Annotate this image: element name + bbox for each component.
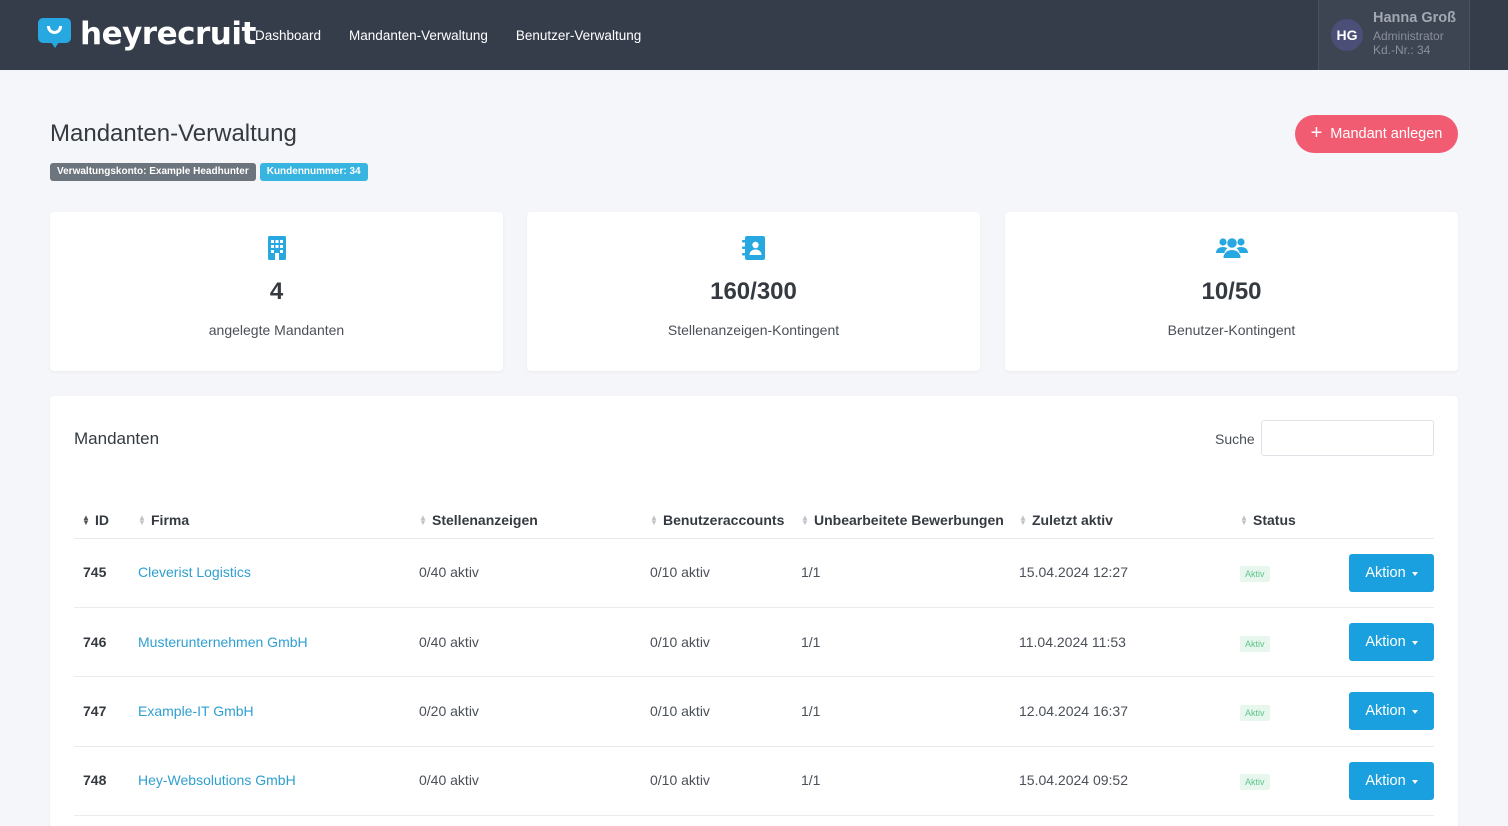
- nav-mandanten-verwaltung[interactable]: Mandanten-Verwaltung: [349, 28, 488, 43]
- mandanten-table-card: Mandanten Suche ▲ ▼ ID ▲ ▼ Firma ▲ ▼ Stellenan…: [50, 396, 1458, 826]
- users-icon: [1005, 236, 1458, 262]
- user-customer-number: Kd.-Nr.: 34: [1373, 43, 1431, 57]
- sort-desc-icon: ▲ ▼: [82, 513, 90, 527]
- avatar: HG: [1331, 19, 1363, 51]
- nav-benutzer-verwaltung[interactable]: Benutzer-Verwaltung: [516, 28, 641, 43]
- search-input[interactable]: [1261, 420, 1434, 456]
- row-benutzer: 0/10 aktiv: [650, 634, 710, 650]
- row-zuletzt: 12.04.2024 16:37: [1019, 703, 1128, 719]
- row-bewerbungen: 1/1: [801, 703, 821, 719]
- stat-value: 4: [269, 278, 284, 305]
- sort-icon: ▲ ▼: [650, 513, 658, 527]
- row-id: 747: [83, 703, 107, 719]
- account-badges: Verwaltungskonto: Example Headhunter Kun…: [50, 163, 368, 181]
- nav-dashboard[interactable]: Dashboard: [255, 28, 321, 43]
- row-bewerbungen: 1/1: [801, 634, 821, 650]
- sort-icon: ▲ ▼: [419, 513, 427, 527]
- stat-value: 160/300: [710, 278, 797, 305]
- top-navbar: heyrecruit Dashboard Mandanten-Verwaltun…: [0, 0, 1508, 70]
- aktion-dropdown-button[interactable]: Aktion: [1349, 762, 1434, 800]
- column-header-firma[interactable]: ▲ ▼ Firma: [138, 512, 189, 528]
- status-badge: Aktiv: [1240, 705, 1270, 721]
- aktion-dropdown-button[interactable]: Aktion: [1349, 623, 1434, 661]
- caret-down-icon: [1411, 779, 1418, 784]
- caret-down-icon: [1411, 709, 1418, 714]
- column-header-status[interactable]: ▲ ▼ Status: [1240, 512, 1296, 528]
- user-name: Hanna Groß: [1373, 10, 1456, 26]
- divider: [74, 815, 1434, 816]
- stat-card-stellenanzeigen: 160/300 Stellenanzeigen-Kontingent: [527, 212, 980, 371]
- aktion-dropdown-button[interactable]: Aktion: [1349, 692, 1434, 730]
- sort-icon: ▲ ▼: [1240, 513, 1248, 527]
- row-id: 746: [83, 634, 107, 650]
- row-id: 748: [83, 772, 107, 788]
- chat-bubble-logo-icon: [38, 17, 71, 51]
- caret-down-icon: [1411, 571, 1418, 576]
- account-badge: Verwaltungskonto: Example Headhunter: [50, 163, 256, 181]
- row-stellen: 0/20 aktiv: [419, 703, 479, 719]
- stat-card-mandanten: 4 angelegte Mandanten: [50, 212, 503, 371]
- row-benutzer: 0/10 aktiv: [650, 703, 710, 719]
- row-firma-link[interactable]: Hey-Websolutions GmbH: [138, 772, 296, 788]
- status-badge: Aktiv: [1240, 636, 1270, 652]
- row-stellen: 0/40 aktiv: [419, 564, 479, 580]
- divider: [74, 607, 1434, 608]
- search-label: Suche: [1215, 431, 1255, 447]
- plus-icon: +: [1310, 122, 1323, 144]
- column-header-zuletzt-aktiv[interactable]: ▲ ▼ Zuletzt aktiv: [1019, 512, 1113, 528]
- row-zuletzt: 15.04.2024 12:27: [1019, 564, 1128, 580]
- divider: [74, 538, 1434, 539]
- aktion-dropdown-button[interactable]: Aktion: [1349, 554, 1434, 592]
- brand-name: heyrecruit: [80, 16, 256, 52]
- caret-down-icon: [1411, 640, 1418, 645]
- stat-value: 10/50: [1201, 278, 1262, 305]
- column-header-bewerbungen[interactable]: ▲ ▼ Unbearbeitete Bewerbungen: [801, 512, 1004, 528]
- row-benutzer: 0/10 aktiv: [650, 772, 710, 788]
- column-header-benutzeraccounts[interactable]: ▲ ▼ Benutzeraccounts: [650, 512, 784, 528]
- add-mandant-button[interactable]: + Mandant anlegen: [1295, 115, 1458, 153]
- sort-icon: ▲ ▼: [1019, 513, 1027, 527]
- stat-label: Stellenanzeigen-Kontingent: [667, 322, 840, 338]
- row-firma-link[interactable]: Musterunternehmen GmbH: [138, 634, 308, 650]
- column-header-id[interactable]: ▲ ▼ ID: [82, 512, 109, 528]
- table-title: Mandanten: [74, 429, 160, 448]
- stat-card-benutzer: 10/50 Benutzer-Kontingent: [1005, 212, 1458, 371]
- row-bewerbungen: 1/1: [801, 772, 821, 788]
- row-benutzer: 0/10 aktiv: [650, 564, 710, 580]
- add-mandant-label: Mandant anlegen: [1330, 126, 1443, 142]
- contact-book-icon: [527, 236, 980, 262]
- customer-number-badge: Kundennummer: 34: [259, 163, 368, 181]
- brand-logo[interactable]: heyrecruit: [38, 16, 256, 52]
- status-badge: Aktiv: [1240, 566, 1270, 582]
- column-header-stellenanzeigen[interactable]: ▲ ▼ Stellenanzeigen: [419, 512, 538, 528]
- row-zuletzt: 15.04.2024 09:52: [1019, 772, 1128, 788]
- row-firma-link[interactable]: Example-IT GmbH: [138, 703, 254, 719]
- building-icon: [50, 236, 503, 262]
- row-firma-link[interactable]: Cleverist Logistics: [138, 564, 251, 580]
- stat-label: Benutzer-Kontingent: [1167, 322, 1296, 338]
- page-title: Mandanten-Verwaltung: [50, 120, 297, 147]
- row-bewerbungen: 1/1: [801, 564, 821, 580]
- divider: [74, 746, 1434, 747]
- main-nav: Dashboard Mandanten-Verwaltung Benutzer-…: [255, 0, 669, 70]
- row-zuletzt: 11.04.2024 11:53: [1019, 634, 1126, 650]
- row-stellen: 0/40 aktiv: [419, 634, 479, 650]
- stat-label: angelegte Mandanten: [208, 322, 345, 338]
- row-id: 745: [83, 564, 107, 580]
- divider: [74, 676, 1434, 677]
- status-badge: Aktiv: [1240, 774, 1270, 790]
- row-stellen: 0/40 aktiv: [419, 772, 479, 788]
- sort-icon: ▲ ▼: [138, 513, 146, 527]
- sort-icon: ▲ ▼: [801, 513, 809, 527]
- user-menu[interactable]: HG Hanna Groß Administrator Kd.-Nr.: 34: [1318, 0, 1470, 70]
- user-role: Administrator: [1373, 29, 1444, 43]
